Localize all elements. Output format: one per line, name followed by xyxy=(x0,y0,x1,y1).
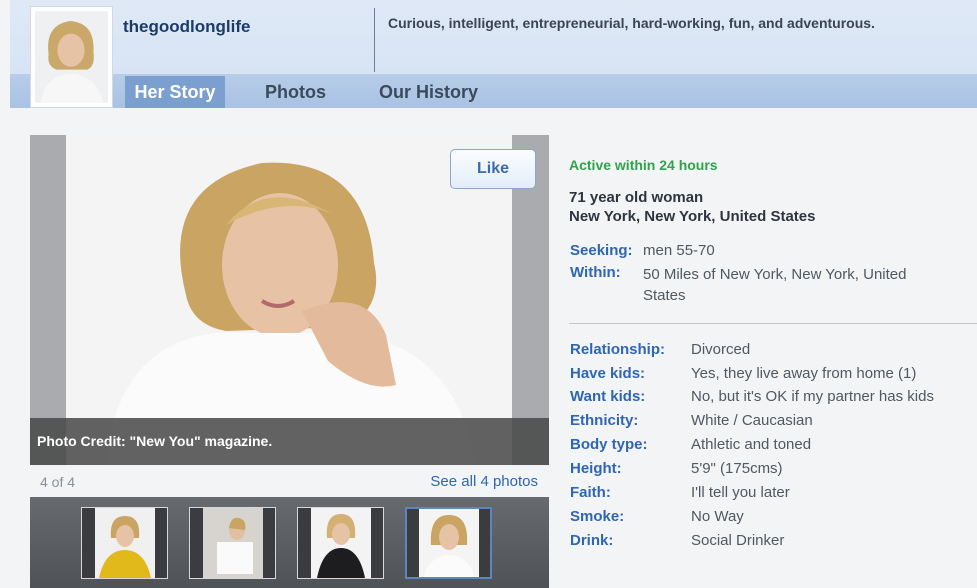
detail-value: 5'9" (175cms) xyxy=(691,460,783,477)
detail-row-height: Height: 5'9" (175cms) xyxy=(569,460,977,484)
detail-value: Social Drinker xyxy=(691,532,785,549)
detail-value: White / Caucasian xyxy=(691,412,813,429)
detail-row-ethnicity: Ethnicity: White / Caucasian xyxy=(569,412,977,436)
photo-counter-row: 4 of 4 See all 4 photos xyxy=(30,465,549,498)
thumbnail-strip xyxy=(30,497,549,588)
detail-row-want-kids: Want kids: No, but it's OK if my partner… xyxy=(569,388,977,412)
within-value: 50 Miles of New York, New York, United S… xyxy=(643,266,907,304)
profile-tagline: Curious, intelligent, entrepreneurial, h… xyxy=(388,15,875,31)
avatar-image xyxy=(35,11,108,103)
photo-thumbnail[interactable] xyxy=(189,507,276,579)
like-button[interactable]: Like xyxy=(450,149,536,189)
main-photo[interactable]: Like Photo Credit: "New You" magazine. xyxy=(30,135,549,465)
detail-label: Faith: xyxy=(570,484,611,501)
thumbnail-image xyxy=(418,509,479,577)
photo-credit: Photo Credit: "New You" magazine. xyxy=(30,418,549,465)
detail-label: Ethnicity: xyxy=(570,412,639,429)
detail-label: Drink: xyxy=(570,532,614,549)
tab-her-story[interactable]: Her Story xyxy=(125,76,225,108)
detail-label: Smoke: xyxy=(570,508,625,525)
avatar[interactable] xyxy=(30,6,113,108)
activity-status: Active within 24 hours xyxy=(569,157,718,173)
photo-thumbnail-selected[interactable] xyxy=(405,507,492,579)
detail-row-drink: Drink: Social Drinker xyxy=(569,532,977,556)
main-photo-image xyxy=(66,135,512,465)
seeking-value: men 55-70 xyxy=(643,242,715,259)
tab-photos[interactable]: Photos xyxy=(265,76,326,108)
detail-value: No, but it's OK if my partner has kids xyxy=(691,388,934,405)
detail-label: Height: xyxy=(570,460,622,477)
detail-row-have-kids: Have kids: Yes, they live away from home… xyxy=(569,365,977,389)
photo-thumbnail[interactable] xyxy=(297,507,384,579)
detail-value: I'll tell you later xyxy=(691,484,790,501)
tab-our-history[interactable]: Our History xyxy=(379,76,478,108)
header-top: thegoodlonglife Curious, intelligent, en… xyxy=(10,0,977,74)
detail-value: Divorced xyxy=(691,341,751,358)
info-divider xyxy=(569,323,977,324)
photo-thumbnail[interactable] xyxy=(81,507,168,579)
profile-tabs: Her Story Photos Our History xyxy=(10,74,977,108)
detail-row-body-type: Body type: Athletic and toned xyxy=(569,436,977,460)
detail-label: Body type: xyxy=(570,436,648,453)
thumbnail-image xyxy=(310,508,371,578)
photo-counter: 4 of 4 xyxy=(40,474,76,490)
thumbnail-image xyxy=(94,508,155,578)
thumbnail-image xyxy=(202,508,263,578)
detail-row-relationship: Relationship: Divorced xyxy=(569,341,977,365)
profile-header: thegoodlonglife Curious, intelligent, en… xyxy=(10,0,977,108)
detail-value: No Way xyxy=(691,508,744,525)
detail-label: Have kids: xyxy=(570,365,646,382)
header-divider xyxy=(374,8,375,72)
detail-row-smoke: Smoke: No Way xyxy=(569,508,977,532)
seeking-label: Seeking: xyxy=(570,242,633,259)
age-line: 71 year old woman xyxy=(569,189,704,206)
location-line: New York, New York, United States xyxy=(569,208,816,225)
detail-row-faith: Faith: I'll tell you later xyxy=(569,484,977,508)
see-all-photos-link[interactable]: See all 4 photos xyxy=(430,473,538,490)
within-label: Within: xyxy=(570,264,621,281)
detail-value: Athletic and toned xyxy=(691,436,812,453)
detail-label: Want kids: xyxy=(570,388,646,405)
profile-username: thegoodlonglife xyxy=(123,17,251,36)
detail-value: Yes, they live away from home (1) xyxy=(691,365,917,382)
detail-label: Relationship: xyxy=(570,341,666,358)
